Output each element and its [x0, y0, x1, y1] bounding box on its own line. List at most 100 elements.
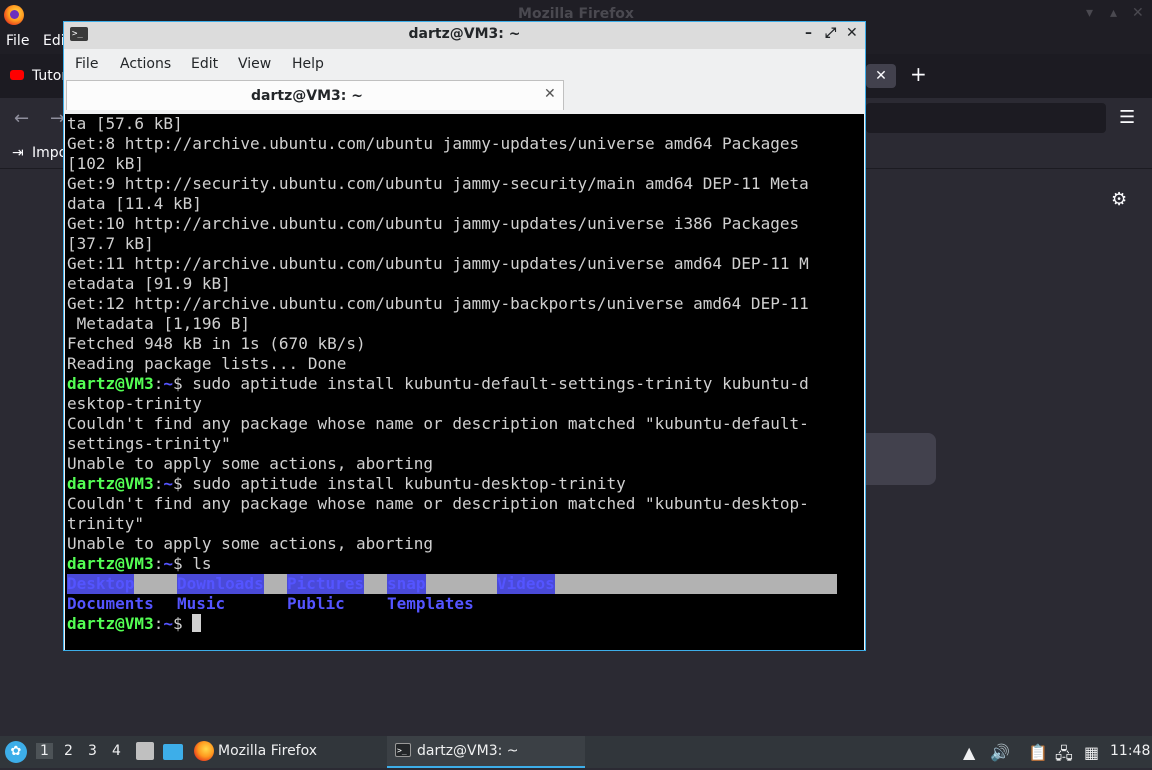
minimize-icon[interactable]: –: [805, 25, 812, 41]
command-line: dartz@VM3:~$: [67, 614, 837, 634]
ls-output-row: Documents Music Public Templates: [67, 594, 837, 614]
output-line: etadata [91.9 kB]: [67, 274, 231, 293]
back-arrow-icon[interactable]: ←: [14, 108, 29, 129]
ls-dir-item: Videos: [497, 574, 555, 594]
firefox-menu-edit[interactable]: Edi: [43, 33, 65, 49]
terminal-task-label: dartz@VM3: ~: [417, 743, 519, 759]
youtube-icon: [10, 70, 24, 80]
prompt-sep: :: [153, 554, 164, 573]
prompt-path: ~: [163, 554, 173, 573]
show-desktop-icon[interactable]: [163, 744, 183, 760]
volume-icon[interactable]: 🔊: [990, 743, 1010, 762]
terminal-task-button[interactable]: >_ dartz@VM3: ~: [387, 736, 585, 768]
firefox-menu-file[interactable]: File: [6, 33, 29, 49]
terminal-tab-label: dartz@VM3: ~: [251, 88, 363, 104]
output-line: Get:8 http://archive.ubuntu.com/ubuntu j…: [67, 134, 800, 153]
desktop-switch-2[interactable]: 2: [64, 743, 73, 759]
terminal-screen[interactable]: ta [57.6 kB] Get:8 http://archive.ubuntu…: [65, 114, 864, 650]
maximize-icon[interactable]: ▴: [1110, 5, 1117, 21]
desktop-switch-1[interactable]: 1: [36, 743, 53, 759]
gear-icon[interactable]: ⚙: [1111, 189, 1127, 210]
ls-output-row: Desktop Downloads Pictures snap Videos: [67, 574, 837, 594]
ls-dir-item: Documents: [67, 594, 154, 613]
prompt-user: dartz@VM3: [67, 554, 154, 573]
prompt-symbol: $: [172, 374, 183, 393]
notification-icon[interactable]: ▦: [1084, 743, 1099, 762]
output-line: trinity": [67, 514, 145, 533]
tray-expand-icon[interactable]: ▲: [963, 743, 975, 762]
terminal-output: ta [57.6 kB] Get:8 http://archive.ubuntu…: [67, 114, 837, 634]
prompt-path: ~: [163, 474, 173, 493]
command-line: dartz@VM3:~$ ls: [67, 554, 837, 574]
ls-dir-item: Desktop: [67, 574, 135, 594]
prompt-sep: :: [153, 374, 164, 393]
command-line: dartz@VM3:~$ sudo aptitude install kubun…: [67, 474, 837, 494]
output-line: [37.7 kB]: [67, 234, 154, 253]
menu-help[interactable]: Help: [292, 56, 324, 72]
prompt-path: ~: [163, 374, 173, 393]
command-text: ls: [182, 554, 212, 573]
firefox-task-label[interactable]: Mozilla Firefox: [218, 743, 317, 759]
terminal-window: >_ dartz@VM3: ~ – ⤢ ✕ File Actions Edit …: [63, 21, 866, 651]
import-bookmarks-link[interactable]: Impo: [32, 145, 67, 161]
maximize-icon[interactable]: ⤢: [825, 25, 836, 41]
output-line: Get:11 http://archive.ubuntu.com/ubuntu …: [67, 254, 809, 273]
menu-edit[interactable]: Edit: [191, 56, 218, 72]
url-bar[interactable]: [866, 103, 1106, 133]
output-line: Couldn't find any package whose name or …: [67, 494, 809, 513]
prompt-sep: :: [153, 614, 164, 633]
hamburger-menu-icon[interactable]: ☰: [1119, 107, 1135, 128]
terminal-menubar: File Actions Edit View Help: [64, 49, 865, 79]
terminal-task-icon: >_: [395, 743, 411, 757]
output-line: Reading package lists... Done: [67, 354, 347, 373]
output-line: Unable to apply some actions, aborting: [67, 534, 434, 553]
terminal-tab[interactable]: dartz@VM3: ~ ✕: [66, 80, 564, 110]
minimize-icon[interactable]: ▾: [1086, 5, 1093, 21]
clipboard-icon[interactable]: 📋: [1028, 743, 1048, 762]
firefox-tab-label[interactable]: Tutor: [32, 68, 67, 84]
output-line: Get:12 http://archive.ubuntu.com/ubuntu …: [67, 294, 809, 313]
output-line: Fetched 948 kB in 1s (670 kB/s): [67, 334, 366, 353]
prompt-symbol: $: [172, 554, 183, 573]
close-icon[interactable]: ✕: [846, 25, 858, 41]
output-line: ta [57.6 kB]: [67, 114, 183, 133]
prompt-symbol: $: [172, 614, 183, 633]
output-line: Metadata [1,196 B]: [67, 314, 251, 333]
firefox-task-icon[interactable]: [194, 741, 214, 761]
menu-actions[interactable]: Actions: [120, 56, 171, 72]
desktop-switch-4[interactable]: 4: [112, 743, 121, 759]
text-cursor: [192, 614, 202, 632]
terminal-tabbar: dartz@VM3: ~ ✕: [64, 79, 865, 111]
close-icon[interactable]: ✕: [1132, 5, 1144, 21]
prompt-path: ~: [163, 614, 173, 633]
prompt-user: dartz@VM3: [67, 374, 154, 393]
clock[interactable]: 11:48: [1110, 743, 1150, 759]
content-panel: [866, 433, 936, 485]
import-icon: ⇥: [12, 145, 24, 161]
ls-dir-item: Templates: [387, 594, 474, 613]
output-line: Get:9 http://security.ubuntu.com/ubuntu …: [67, 174, 809, 193]
menu-view[interactable]: View: [238, 56, 271, 72]
output-line: Couldn't find any package whose name or …: [67, 414, 809, 433]
output-line: data [11.4 kB]: [67, 194, 202, 213]
prompt-symbol: $: [172, 474, 183, 493]
tab-close-button[interactable]: ✕: [866, 64, 896, 88]
terminal-titlebar: >_ dartz@VM3: ~ – ⤢ ✕: [64, 22, 865, 49]
ls-dir-item: snap: [387, 574, 426, 594]
output-line: esktop-trinity: [67, 394, 202, 413]
terminal-window-title: dartz@VM3: ~: [408, 26, 521, 42]
command-line: dartz@VM3:~$ sudo aptitude install kubun…: [67, 374, 837, 394]
taskbar: ✿ 1 2 3 4 Mozilla Firefox >_ dartz@VM3: …: [0, 736, 1152, 768]
new-tab-button[interactable]: +: [910, 62, 927, 86]
output-line: [102 kB]: [67, 154, 145, 173]
file-manager-icon[interactable]: [136, 742, 154, 760]
ls-dir-item: Pictures: [287, 574, 365, 594]
desktop-switch-3[interactable]: 3: [88, 743, 97, 759]
start-menu-icon[interactable]: ✿: [5, 741, 27, 763]
firefox-window-title: Mozilla Firefox: [518, 6, 634, 22]
menu-file[interactable]: File: [75, 56, 98, 72]
ls-dir-item: Public: [287, 594, 345, 613]
tab-close-icon[interactable]: ✕: [544, 86, 556, 102]
network-icon[interactable]: 🖧: [1055, 743, 1073, 770]
ls-dir-item: Downloads: [177, 574, 264, 594]
